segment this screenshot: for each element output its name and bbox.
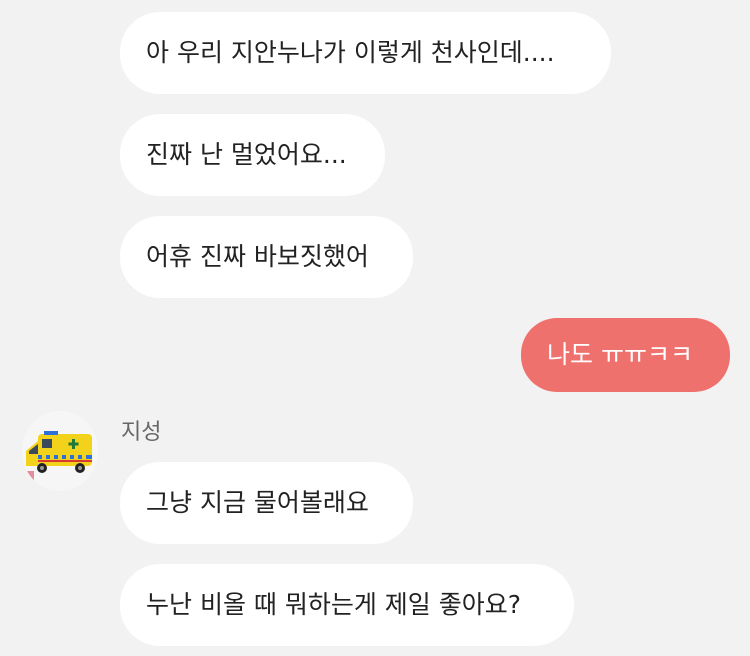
message-text: 그냥 지금 물어볼래요 — [146, 488, 369, 517]
message-text: 나도 ㅠㅠㅋㅋ — [547, 340, 693, 369]
message-bubble[interactable]: 어휴 진짜 바보짓했어 — [120, 216, 413, 298]
message-text: 누난 비올 때 뭐하는게 제일 좋아요? — [146, 590, 522, 619]
message-text: 아 우리 지안누나가 이렇게 천사인데.... — [146, 38, 555, 67]
message-bubble[interactable]: 진짜 난 멀었어요... — [120, 114, 385, 196]
ambulance-avatar-icon — [22, 411, 98, 491]
message-bubble[interactable]: 그냥 지금 물어볼래요 — [120, 462, 413, 544]
sender-avatar[interactable] — [22, 411, 98, 491]
message-bubble[interactable]: 누난 비올 때 뭐하는게 제일 좋아요? — [120, 564, 574, 646]
sender-name: 지성 — [121, 420, 162, 445]
message-text: 어휴 진짜 바보짓했어 — [146, 242, 369, 271]
my-message-bubble[interactable]: 나도 ㅠㅠㅋㅋ — [521, 318, 730, 392]
message-text: 진짜 난 멀었어요... — [146, 140, 347, 169]
message-bubble[interactable]: 아 우리 지안누나가 이렇게 천사인데.... — [120, 12, 611, 94]
